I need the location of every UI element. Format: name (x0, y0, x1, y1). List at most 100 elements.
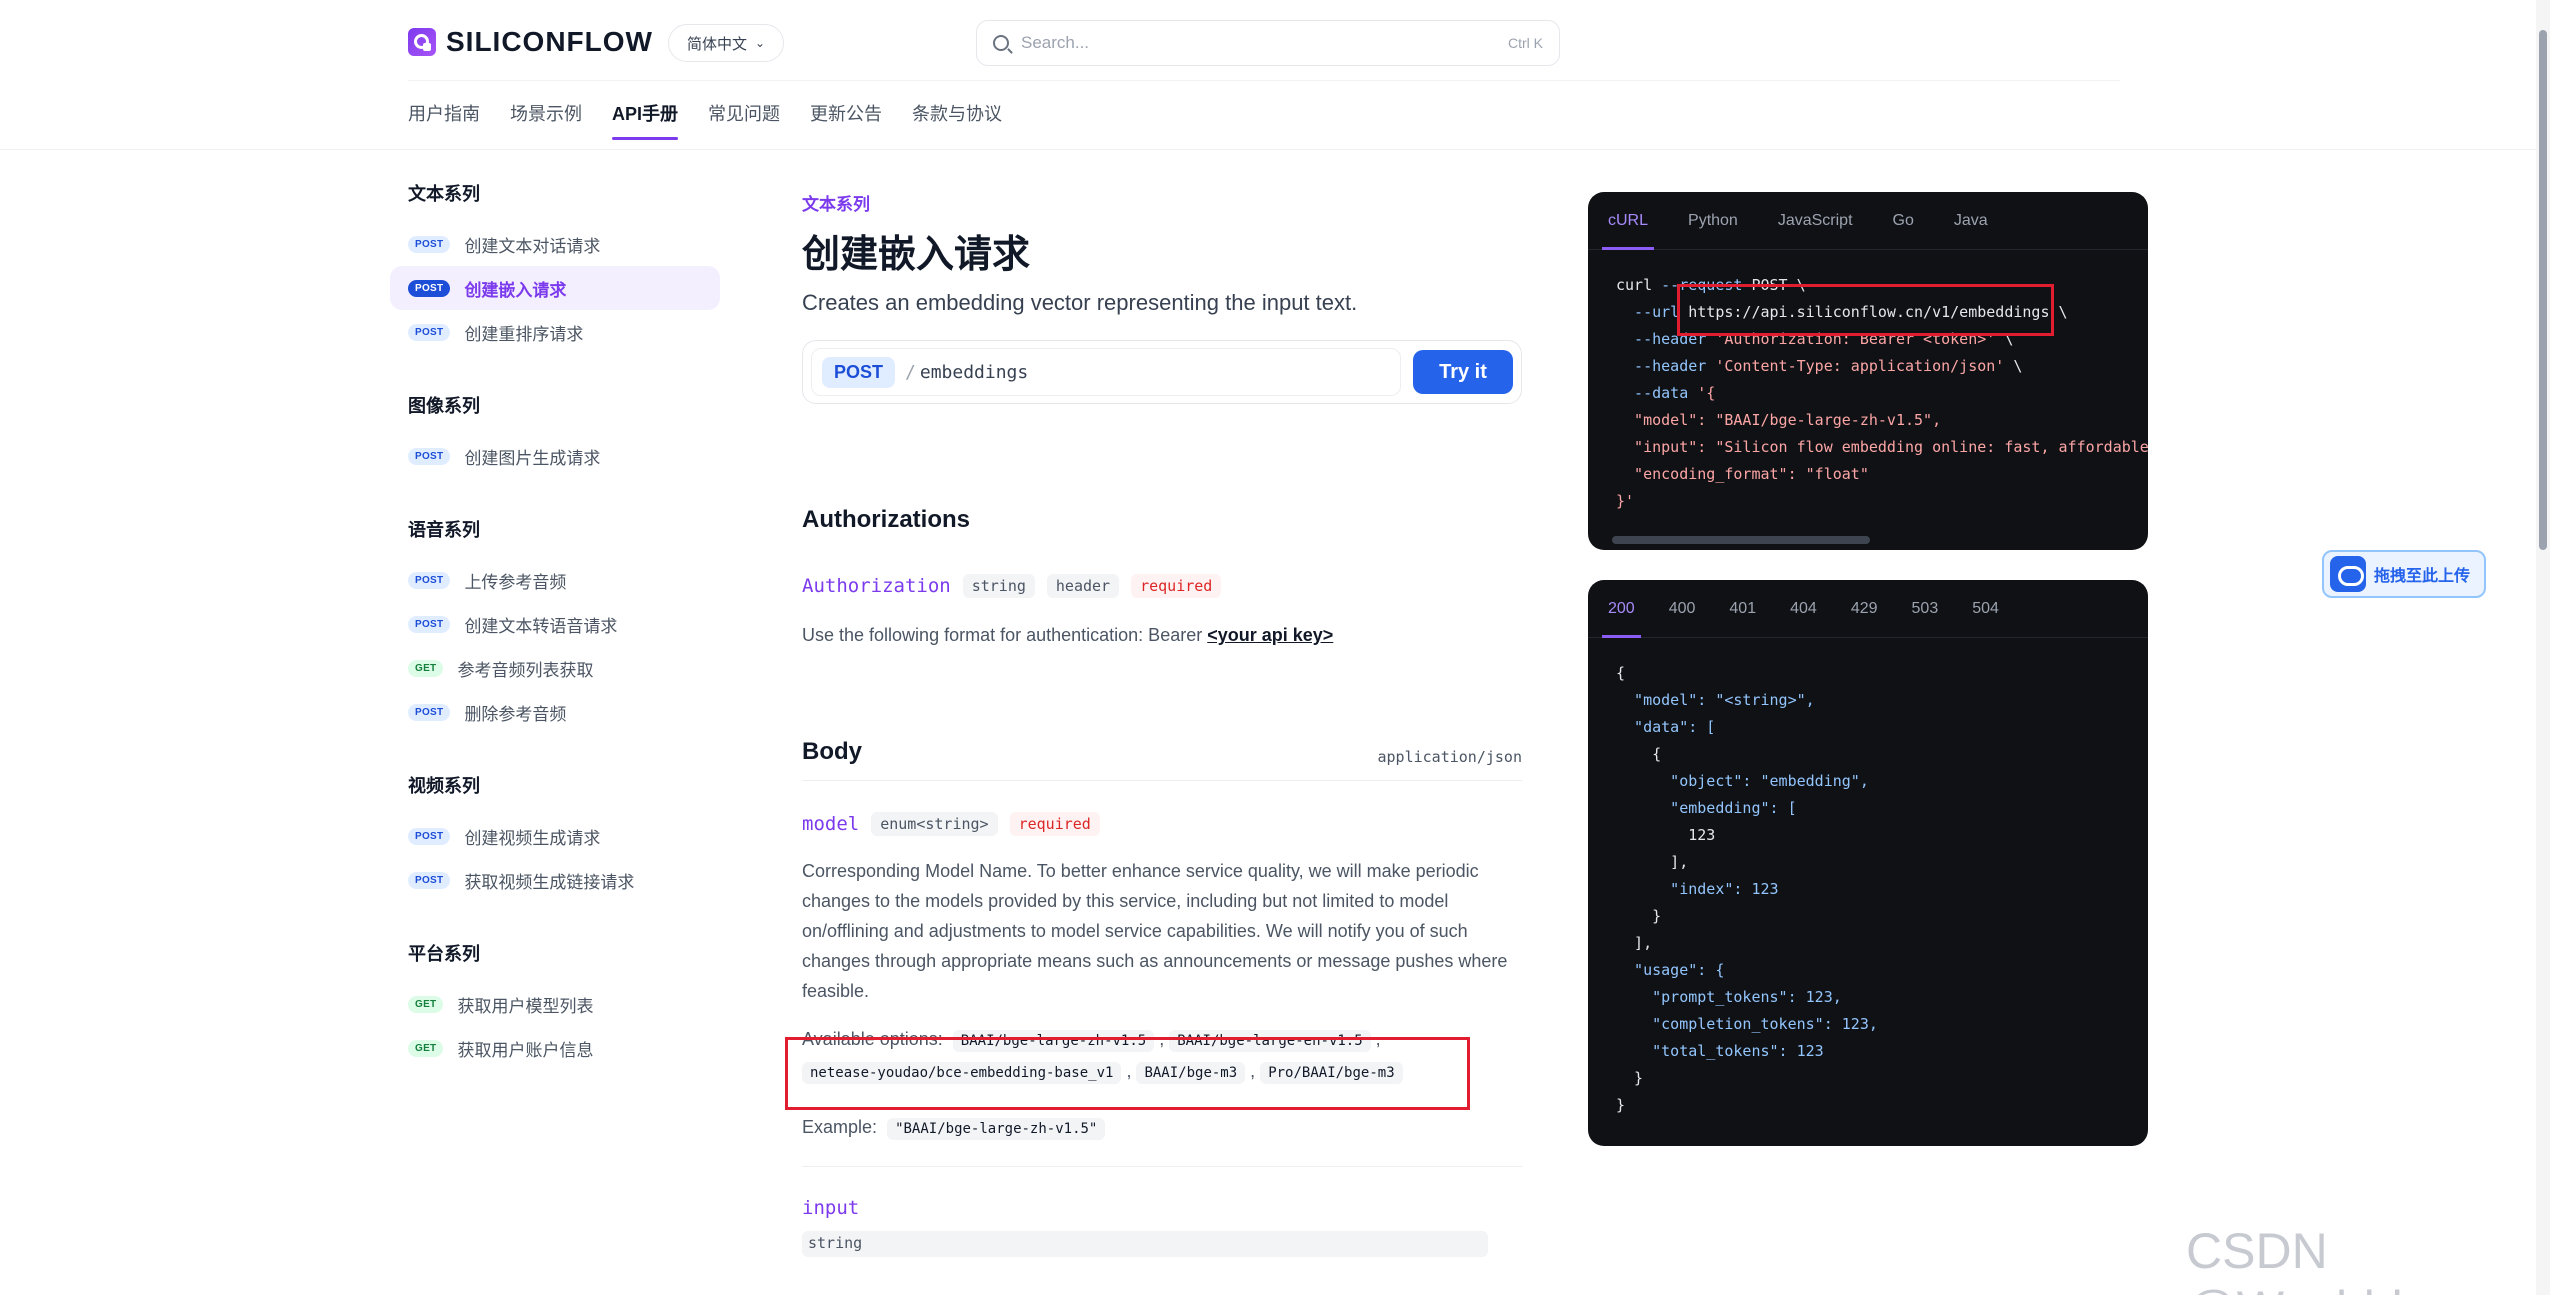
upload-widget[interactable]: 拖拽至此上传 (2322, 550, 2486, 598)
sidebar-item-label: 上传参考音频 (464, 572, 567, 592)
sidebar-item-chat[interactable]: POST 创建文本对话请求 (390, 222, 720, 266)
sidebar-group-title: 图像系列 (408, 396, 480, 416)
sidebar-item-video-gen[interactable]: POST 创建视频生成请求 (390, 814, 720, 858)
response-code-panel: 200 400 401 404 429 503 504 { "model": "… (1588, 580, 2148, 1146)
search-placeholder: Search... (1021, 33, 1090, 52)
tab-429[interactable]: 429 (1851, 580, 1878, 638)
top-header: SILICONFLOW 简体中文 ⌄ Search... Ctrl K 用户指南… (0, 0, 2550, 150)
body-section-header: Body application/json (802, 738, 1522, 781)
sidebar-item-tts[interactable]: POST 创建文本转语音请求 (390, 602, 720, 646)
tab-python[interactable]: Python (1688, 192, 1738, 250)
sidebar-item-label: 参考音频列表获取 (457, 660, 594, 680)
code-line: }' (1616, 492, 1635, 510)
code-line: "object": "embedding", (1616, 772, 1869, 790)
nav-user-guide[interactable]: 用户指南 (408, 100, 480, 140)
param-name[interactable]: model (802, 813, 859, 835)
search-input[interactable]: Search... Ctrl K (976, 20, 1560, 66)
sidebar-item-audio-list[interactable]: GET 参考音频列表获取 (390, 646, 720, 690)
sidebar-item-label: 创建重排序请求 (464, 324, 584, 344)
code-line: { (1616, 745, 1662, 763)
logo[interactable]: SILICONFLOW (408, 26, 653, 58)
tab-503[interactable]: 503 (1912, 580, 1939, 638)
horizontal-scrollbar[interactable] (1612, 536, 1870, 544)
method-badge: GET (408, 659, 444, 677)
code-line: "prompt_tokens": 123, (1616, 988, 1842, 1006)
input-param: input string (802, 1197, 1522, 1257)
method-badge: POST (408, 615, 451, 633)
watermark: CSDN @Wuyhhh (2186, 1223, 2419, 1295)
sidebar-item-image-gen[interactable]: POST 创建图片生成请求 (390, 434, 720, 478)
cloud-upload-icon (2330, 556, 2366, 592)
url-highlight-box (1677, 284, 2054, 336)
method-badge: POST (408, 703, 451, 721)
code-line: { (1616, 664, 1626, 682)
tab-java[interactable]: Java (1954, 192, 1988, 250)
language-label: 简体中文 (687, 35, 748, 53)
sidebar-item-video-link[interactable]: POST 获取视频生成链接请求 (390, 858, 720, 902)
tab-javascript[interactable]: JavaScript (1778, 192, 1853, 250)
nav-faq[interactable]: 常见问题 (708, 100, 780, 140)
tab-200[interactable]: 200 (1602, 580, 1641, 638)
sidebar-item-upload-audio[interactable]: POST 上传参考音频 (390, 558, 720, 602)
sidebar-item-account-info[interactable]: GET 获取用户账户信息 (390, 1026, 720, 1070)
sidebar-group-image: 图像系列 POST 创建图片生成请求 (390, 392, 720, 478)
try-it-button[interactable]: Try it (1413, 350, 1513, 394)
chevron-down-icon: ⌄ (755, 36, 766, 50)
response-code-block: { "model": "<string>", "data": [ { "obje… (1588, 638, 2148, 1141)
param-type: string (802, 1231, 1488, 1257)
auth-desc-text: Use the following format for authenticat… (802, 625, 1208, 645)
page-scrollbar[interactable] (2536, 0, 2550, 1295)
sidebar-group-title: 语音系列 (408, 520, 480, 540)
sidebar-item-model-list[interactable]: GET 获取用户模型列表 (390, 982, 720, 1026)
code-token: --data (1616, 384, 1698, 402)
sidebar-group-title: 文本系列 (408, 184, 480, 204)
sidebar-item-rerank[interactable]: POST 创建重排序请求 (390, 310, 720, 354)
sidebar-item-embeddings[interactable]: POST 创建嵌入请求 (390, 266, 720, 310)
sidebar-item-label: 创建文本对话请求 (464, 236, 601, 256)
sidebar-item-label: 删除参考音频 (464, 704, 567, 724)
tab-404[interactable]: 404 (1790, 580, 1817, 638)
tab-400[interactable]: 400 (1669, 580, 1696, 638)
endpoint-field[interactable]: POST / embeddings (811, 348, 1401, 396)
sidebar-group-title: 平台系列 (408, 944, 480, 964)
sidebar-item-label: 获取用户账户信息 (457, 1040, 594, 1060)
language-select[interactable]: 简体中文 ⌄ (668, 24, 785, 62)
sidebar-item-label: 获取视频生成链接请求 (464, 872, 635, 892)
param-name[interactable]: input (802, 1197, 1522, 1219)
param-type: string (962, 574, 1035, 598)
tab-go[interactable]: Go (1893, 192, 1914, 250)
sidebar-item-label: 创建图片生成请求 (464, 448, 601, 468)
code-line: } (1616, 907, 1662, 925)
nav-api-manual[interactable]: API手册 (612, 100, 679, 140)
request-code-panel: cURL Python JavaScript Go Java curl --re… (1588, 192, 2148, 550)
example-row: Example: "BAAI/bge-large-zh-v1.5" (802, 1112, 1522, 1144)
section-title: Authorizations (802, 506, 970, 533)
tab-401[interactable]: 401 (1729, 580, 1756, 638)
code-line: "model": "BAAI/bge-large-zh-v1.5", (1616, 411, 1942, 429)
param-name[interactable]: Authorization (802, 575, 951, 597)
method-badge: POST (408, 279, 451, 297)
search-shortcut: Ctrl K (1508, 35, 1543, 51)
code-line: "index": 123 (1616, 880, 1779, 898)
example-label: Example: (802, 1117, 878, 1137)
model-param: model enum<string> required Correspondin… (802, 812, 1522, 1257)
nav-scenarios[interactable]: 场景示例 (510, 100, 582, 140)
code-line: "total_tokens": 123 (1616, 1042, 1824, 1060)
tab-curl[interactable]: cURL (1601, 192, 1655, 250)
code-token: \ (2004, 357, 2023, 375)
method-badge: POST (408, 323, 451, 341)
param-location: header (1046, 574, 1120, 598)
sidebar-item-delete-audio[interactable]: POST 删除参考音频 (390, 690, 720, 734)
nav-terms[interactable]: 条款与协议 (912, 100, 1002, 140)
code-line: "completion_tokens": 123, (1616, 1015, 1878, 1033)
sidebar-group-title: 视频系列 (408, 776, 480, 796)
scroll-thumb[interactable] (2539, 30, 2547, 550)
sidebar-group-video: 视频系列 POST 创建视频生成请求 POST 获取视频生成链接请求 (390, 772, 720, 902)
nav-changelog[interactable]: 更新公告 (810, 100, 882, 140)
api-key-link[interactable]: <your api key> (1207, 625, 1333, 645)
code-line: "model": "<string>", (1616, 691, 1815, 709)
required-badge: required (1131, 574, 1222, 598)
endpoint-bar: POST / embeddings Try it (802, 340, 1522, 404)
top-nav: 用户指南 场景示例 API手册 常见问题 更新公告 条款与协议 (408, 100, 1002, 140)
tab-504[interactable]: 504 (1972, 580, 1999, 638)
